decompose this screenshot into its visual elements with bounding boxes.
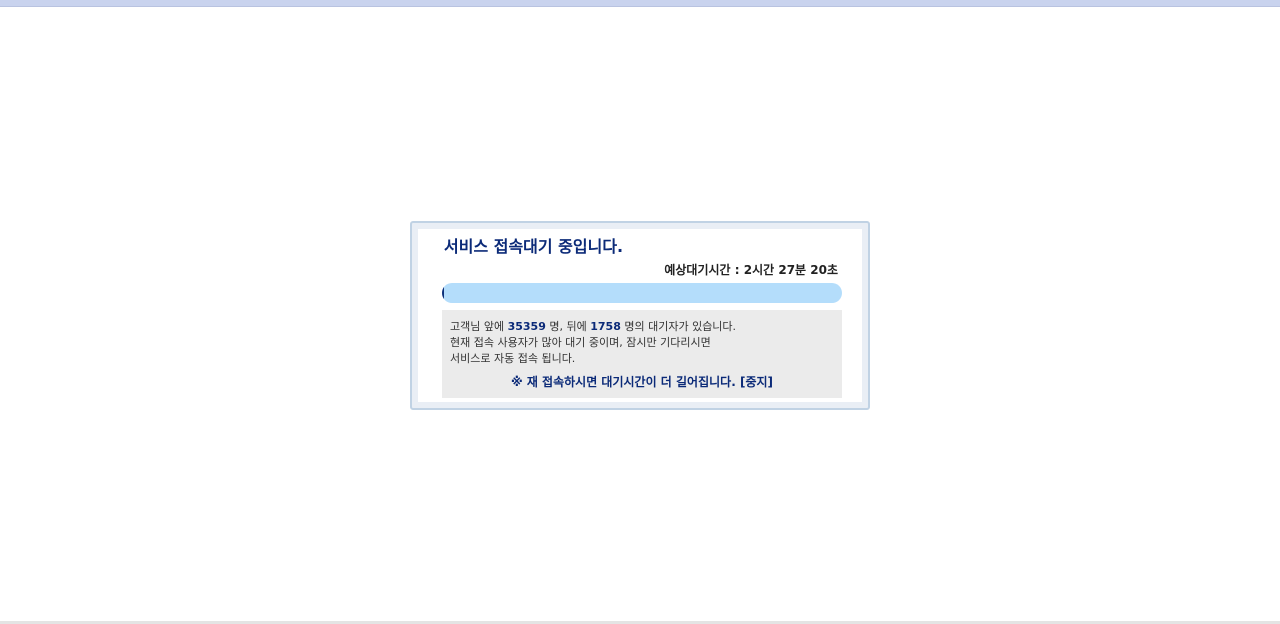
wait-queue-dialog: 서비스 접속대기 중입니다. 예상대기시간 : 2시간 27분 20초 고객님 …: [410, 221, 870, 410]
reconnect-warning-text: ※ 재 접속하시면 대기시간이 더 길어집니다.: [510, 375, 740, 389]
queue-line-suffix: 명의 대기자가 있습니다.: [620, 320, 737, 333]
estimated-wait-time: 예상대기시간 : 2시간 27분 20초: [664, 261, 838, 278]
queue-count-line: 고객님 앞에 35359 명, 뒤에 1758 명의 대기자가 있습니다.: [450, 319, 736, 335]
reconnect-warning: ※ 재 접속하시면 대기시간이 더 길어집니다. [중지]: [442, 373, 842, 390]
browser-top-strip: [0, 0, 1280, 7]
queue-line-mid: 명, 뒤에: [545, 320, 591, 333]
auto-connect-line: 서비스로 자동 접속 됩니다.: [450, 352, 576, 365]
progress-bar-fill: [442, 283, 444, 303]
busy-notice-line: 현재 접속 사용자가 많아 대기 중이며, 잠시만 기다리시면: [450, 336, 711, 349]
queue-line-prefix: 고객님 앞에: [450, 320, 508, 333]
behind-count: 1758: [590, 320, 621, 333]
progress-bar: [442, 283, 842, 303]
eta-label: 예상대기시간 :: [664, 263, 744, 277]
stop-button[interactable]: [중지]: [740, 375, 773, 389]
dialog-content: 서비스 접속대기 중입니다. 예상대기시간 : 2시간 27분 20초 고객님 …: [418, 229, 862, 402]
dialog-title: 서비스 접속대기 중입니다.: [444, 237, 624, 256]
queue-info-text: 고객님 앞에 35359 명, 뒤에 1758 명의 대기자가 있습니다. 현재…: [450, 319, 736, 367]
eta-value: 2시간 27분 20초: [743, 263, 838, 277]
queue-info-box: 고객님 앞에 35359 명, 뒤에 1758 명의 대기자가 있습니다. 현재…: [442, 310, 842, 398]
ahead-count: 35359: [507, 320, 546, 333]
